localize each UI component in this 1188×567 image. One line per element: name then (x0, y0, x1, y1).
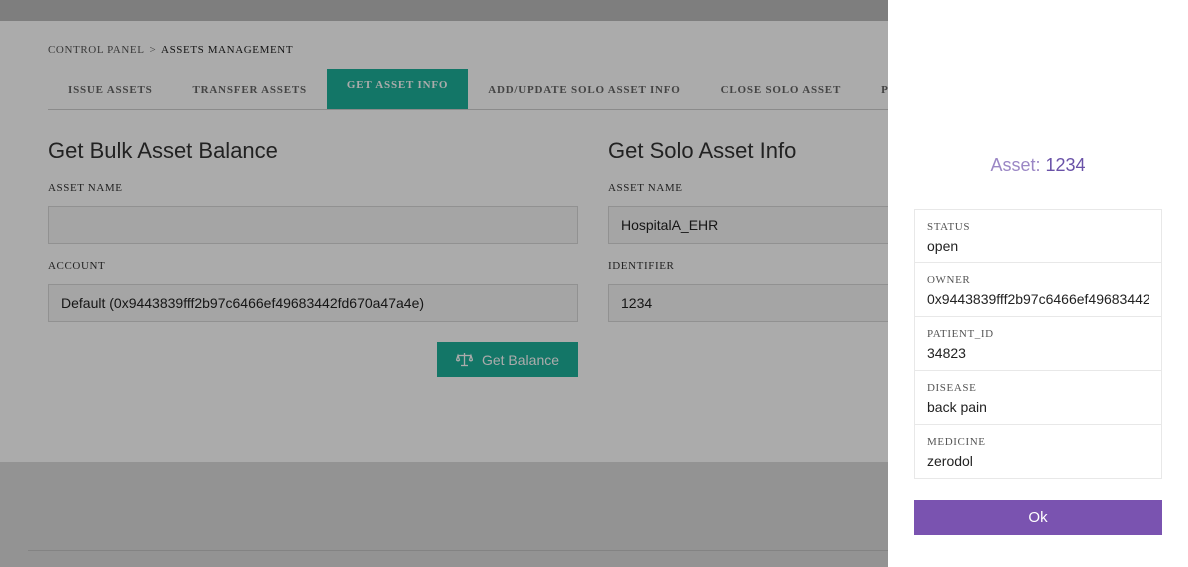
info-value: back pain (927, 399, 987, 415)
asset-info-list: Status open Owner 0x9443839fff2b97c6466e… (914, 209, 1162, 479)
info-row-medicine: medicine zerodol (914, 425, 1162, 479)
info-value: 0x9443839fff2b97c6466ef49683442fd670a47a… (927, 291, 1149, 307)
info-row-owner: Owner 0x9443839fff2b97c6466ef49683442fd6… (914, 263, 1162, 317)
info-key: Owner (927, 274, 971, 286)
drawer-title-prefix: Asset: (990, 155, 1046, 175)
asset-info-drawer: Asset: 1234 Status open Owner 0x9443839f… (888, 0, 1188, 567)
drawer-asset-id: 1234 (1045, 155, 1086, 175)
info-row-patient-id: patient_id 34823 (914, 317, 1162, 371)
info-value: zerodol (927, 453, 973, 469)
ok-button[interactable]: Ok (914, 500, 1162, 535)
info-value: 34823 (927, 345, 966, 361)
info-key: medicine (927, 436, 986, 448)
info-value: open (927, 238, 959, 254)
info-row-status: Status open (914, 209, 1162, 263)
info-key: Status (927, 221, 971, 233)
drawer-title: Asset: 1234 (888, 155, 1188, 176)
info-key: patient_id (927, 328, 994, 340)
info-row-disease: disease back pain (914, 371, 1162, 425)
info-key: disease (927, 382, 977, 394)
